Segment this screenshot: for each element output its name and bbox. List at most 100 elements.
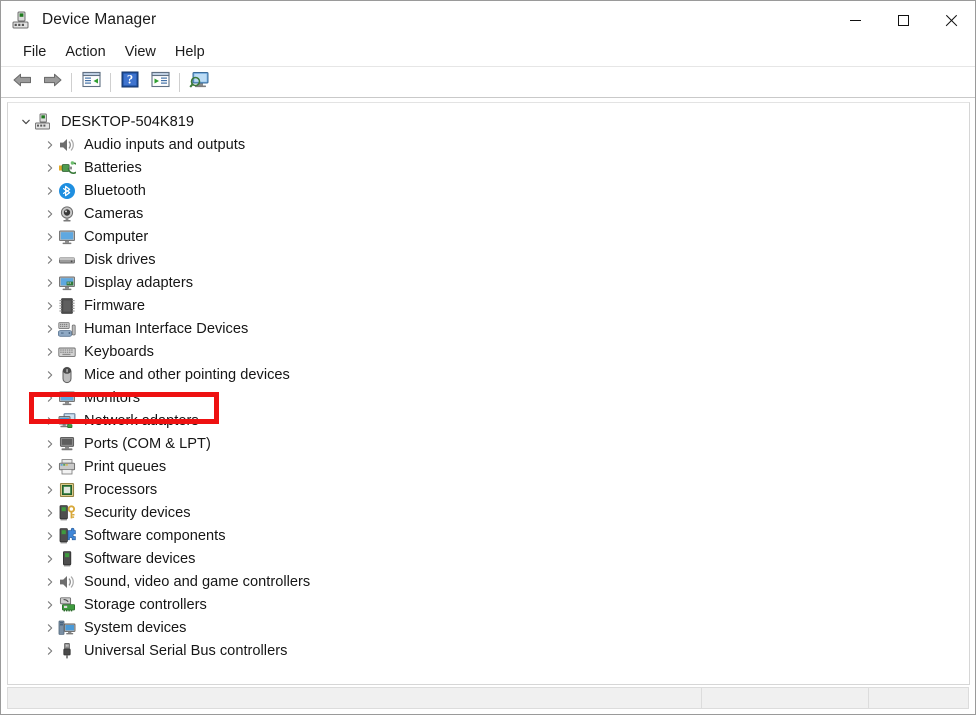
forward-arrow-icon (42, 72, 63, 93)
tree-item-batteries[interactable]: Batteries (8, 156, 969, 179)
chevron-right-icon[interactable] (42, 202, 58, 225)
chevron-right-icon[interactable] (42, 455, 58, 478)
chevron-right-icon[interactable] (42, 271, 58, 294)
chevron-right-icon[interactable] (42, 432, 58, 455)
show-hide-console-tree-button[interactable] (76, 69, 106, 95)
chevron-right-icon[interactable] (42, 616, 58, 639)
back-arrow-icon (12, 72, 33, 93)
chevron-right-icon[interactable] (42, 639, 58, 662)
status-cell-secondary (702, 688, 869, 708)
tree-item-computer[interactable]: Computer (8, 225, 969, 248)
chevron-right-icon[interactable] (42, 317, 58, 340)
tree-item-label: Processors (84, 482, 157, 498)
chevron-right-icon[interactable] (42, 547, 58, 570)
monitor-screen-icon (58, 389, 76, 407)
menu-file[interactable]: File (14, 42, 56, 63)
tree-item-software-devices[interactable]: Software devices (8, 547, 969, 570)
back-button[interactable] (7, 69, 37, 95)
scan-hardware-changes-button[interactable] (184, 69, 214, 95)
chevron-right-icon[interactable] (42, 340, 58, 363)
properties-button[interactable] (145, 69, 175, 95)
sound-video-icon (58, 573, 76, 591)
bluetooth-icon (58, 182, 76, 200)
status-cell-main (8, 688, 702, 708)
tree-item-human-interface-devices[interactable]: Human Interface Devices (8, 317, 969, 340)
forward-button[interactable] (37, 69, 67, 95)
chevron-right-icon[interactable] (42, 225, 58, 248)
chevron-right-icon[interactable] (42, 294, 58, 317)
tree-item-mice-and-other-pointing-devices[interactable]: Mice and other pointing devices (8, 363, 969, 386)
disk-drive-icon (58, 251, 76, 269)
tree-item-processors[interactable]: Processors (8, 478, 969, 501)
tree-item-label: Universal Serial Bus controllers (84, 643, 287, 659)
device-manager-icon (11, 10, 31, 30)
chevron-right-icon[interactable] (42, 409, 58, 432)
system-device-icon (58, 619, 76, 637)
tree-item-label: Keyboards (84, 344, 154, 360)
chevron-right-icon[interactable] (42, 133, 58, 156)
device-tree-pane[interactable]: DESKTOP-504K819 Audio inputs and outputs (7, 102, 970, 685)
tree-root-item[interactable]: DESKTOP-504K819 (8, 110, 969, 133)
minimize-icon (850, 20, 861, 21)
usb-icon (58, 642, 76, 660)
tree-item-label: Monitors (84, 390, 140, 406)
tree-item-label: Firmware (84, 298, 145, 314)
speaker-icon (58, 136, 76, 154)
toolbar-separator (71, 73, 72, 92)
tree-item-network-adapters[interactable]: Network adapters (8, 409, 969, 432)
tree-item-software-components[interactable]: Software components (8, 524, 969, 547)
maximize-button[interactable] (879, 1, 927, 39)
processor-icon (58, 481, 76, 499)
tree-item-label: Cameras (84, 206, 143, 222)
chevron-right-icon[interactable] (42, 248, 58, 271)
tree-item-label: Sound, video and game controllers (84, 574, 310, 590)
tree-item-bluetooth[interactable]: Bluetooth (8, 179, 969, 202)
tree-item-label: Storage controllers (84, 597, 207, 613)
tree-item-keyboards[interactable]: Keyboards (8, 340, 969, 363)
chevron-down-icon[interactable] (18, 110, 34, 133)
tree-item-sound-video-and-game-controllers[interactable]: Sound, video and game controllers (8, 570, 969, 593)
printer-icon (58, 458, 76, 476)
close-button[interactable] (927, 1, 975, 39)
tree-item-label: Batteries (84, 160, 142, 176)
tree-item-universal-serial-bus-controllers[interactable]: Universal Serial Bus controllers (8, 639, 969, 662)
toolbar-separator (179, 73, 180, 92)
tree-item-storage-controllers[interactable]: Storage controllers (8, 593, 969, 616)
chevron-right-icon[interactable] (42, 363, 58, 386)
tree-item-cameras[interactable]: Cameras (8, 202, 969, 225)
tree-item-print-queues[interactable]: Print queues (8, 455, 969, 478)
chevron-right-icon[interactable] (42, 156, 58, 179)
menu-bar: File Action View Help (1, 39, 975, 67)
tree-item-label: Audio inputs and outputs (84, 137, 245, 153)
computer-root-icon (34, 113, 52, 131)
minimize-button[interactable] (831, 1, 879, 39)
tree-item-display-adapters[interactable]: Display adapters (8, 271, 969, 294)
tree-item-monitors[interactable]: Monitors (8, 386, 969, 409)
help-button[interactable]: ? (115, 69, 145, 95)
chevron-right-icon[interactable] (42, 386, 58, 409)
mouse-icon (58, 366, 76, 384)
tree-item-ports-com-lpt[interactable]: Ports (COM & LPT) (8, 432, 969, 455)
chevron-right-icon[interactable] (42, 478, 58, 501)
tree-item-firmware[interactable]: Firmware (8, 294, 969, 317)
battery-plug-icon (58, 159, 76, 177)
tree-item-label: Disk drives (84, 252, 156, 268)
software-component-icon (58, 527, 76, 545)
chevron-right-icon[interactable] (42, 179, 58, 202)
menu-action[interactable]: Action (56, 42, 115, 63)
security-key-icon (58, 504, 76, 522)
menu-help[interactable]: Help (166, 42, 215, 63)
chevron-right-icon[interactable] (42, 570, 58, 593)
menu-view[interactable]: View (116, 42, 166, 63)
tree-item-system-devices[interactable]: System devices (8, 616, 969, 639)
tree-root-label: DESKTOP-504K819 (61, 114, 194, 130)
chevron-right-icon[interactable] (42, 501, 58, 524)
chevron-right-icon[interactable] (42, 593, 58, 616)
tree-item-security-devices[interactable]: Security devices (8, 501, 969, 524)
toolbar: ? (1, 67, 975, 98)
tree-item-label: Bluetooth (84, 183, 146, 199)
tree-item-disk-drives[interactable]: Disk drives (8, 248, 969, 271)
chevron-right-icon[interactable] (42, 524, 58, 547)
tree-item-label: Mice and other pointing devices (84, 367, 290, 383)
tree-item-audio-inputs-and-outputs[interactable]: Audio inputs and outputs (8, 133, 969, 156)
